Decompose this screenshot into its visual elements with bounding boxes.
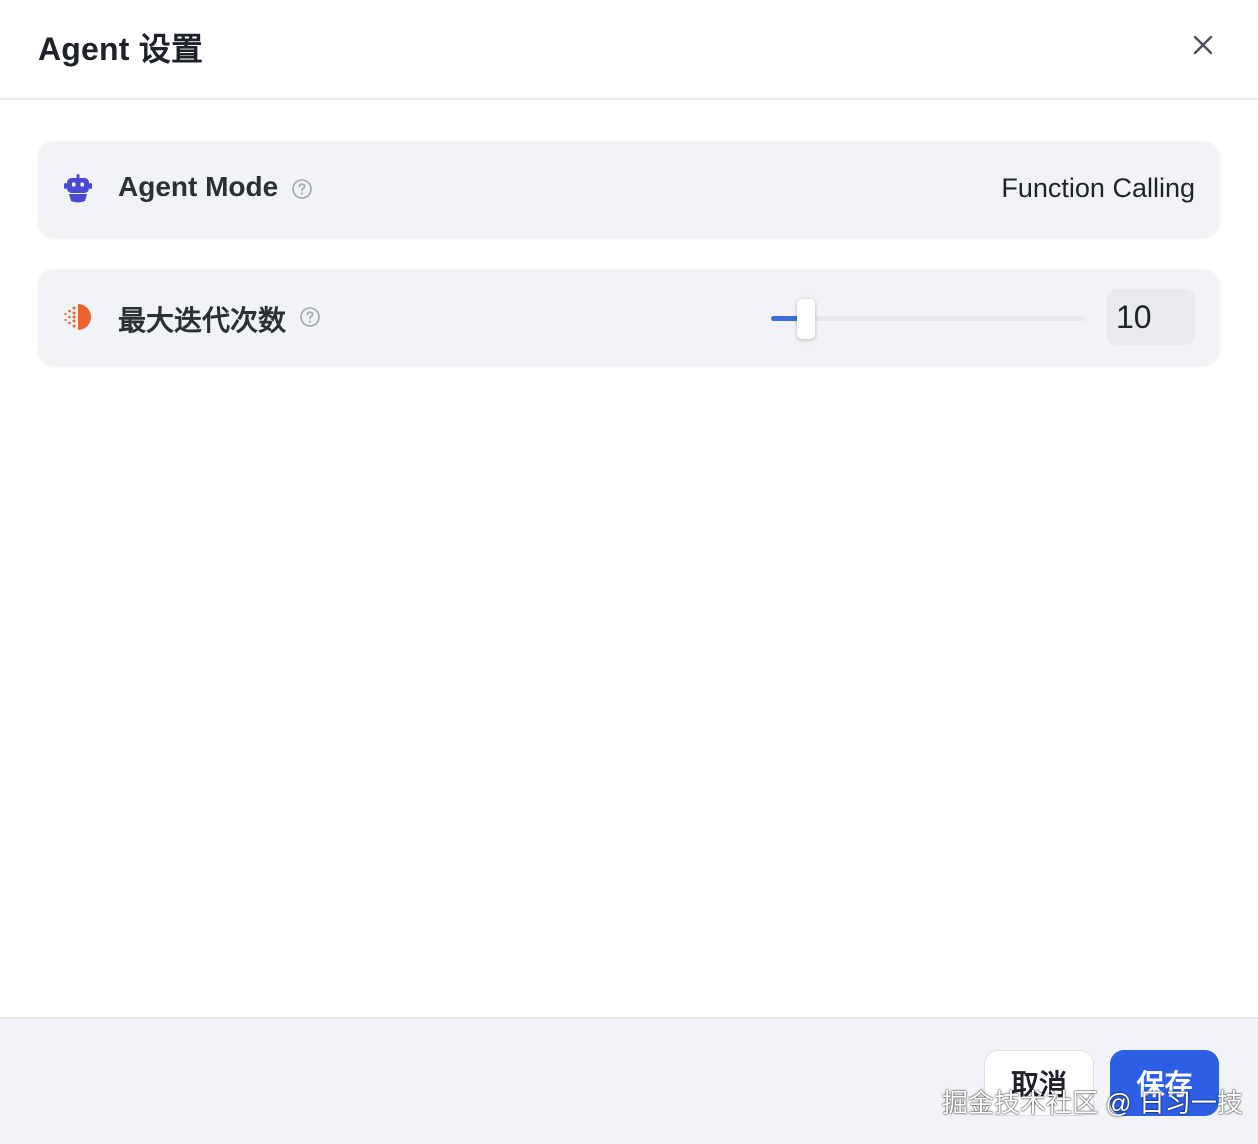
max-iterations-slider[interactable] [771,299,1085,339]
close-icon [1193,35,1213,55]
setting-agent-mode: Agent Mode Function Calling [38,141,1219,237]
max-iterations-input[interactable]: 10 [1107,289,1195,345]
slider-thumb[interactable] [796,299,815,339]
iteration-icon [62,301,94,333]
cancel-button[interactable]: 取消 [984,1050,1094,1116]
robot-icon [62,173,94,205]
dialog-title: Agent 设置 [38,31,204,67]
max-iterations-label: 最大迭代次数 [118,305,287,336]
agent-mode-label: Agent Mode [118,171,279,202]
slider-track [771,316,1085,321]
setting-max-iterations: 最大迭代次数 10 [38,269,1219,365]
help-icon[interactable] [299,306,321,328]
dialog-header: Agent 设置 [0,0,1258,100]
save-button[interactable]: 保存 [1110,1050,1219,1116]
agent-mode-select[interactable]: Function Calling [1001,173,1195,204]
help-icon[interactable] [291,178,313,200]
close-button[interactable] [1186,28,1220,62]
